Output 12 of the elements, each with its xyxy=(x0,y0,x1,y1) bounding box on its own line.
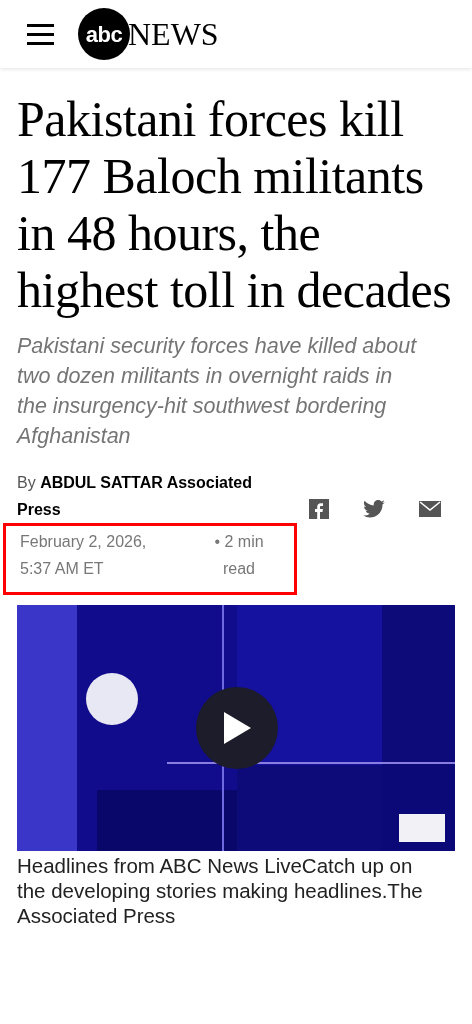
facebook-icon[interactable] xyxy=(309,499,329,519)
read-time: • 2 min read xyxy=(213,532,265,579)
logo[interactable]: abc NEWS xyxy=(78,8,219,60)
video-caption: Headlines from ABC News LiveCatch up on the developing stories making headlines.The Associated Press xyxy=(17,853,424,928)
menu-button[interactable] xyxy=(27,23,54,45)
headline: Pakistani forces kill 177 Baloch militants in 48 hours, the highest toll in decades xyxy=(17,91,453,319)
play-icon xyxy=(222,711,252,745)
twitter-icon[interactable] xyxy=(363,500,385,518)
email-icon[interactable] xyxy=(419,501,441,517)
publish-date: February 2, 2026, 5:37 AM ET xyxy=(20,532,148,579)
byline: By ABDUL SATTAR Associated Press xyxy=(17,473,253,520)
subheadline: Pakistani security forces have killed about two dozen militants in overnight raids in the insurgency-hit southwest bordering Afghanistan xyxy=(17,333,418,450)
